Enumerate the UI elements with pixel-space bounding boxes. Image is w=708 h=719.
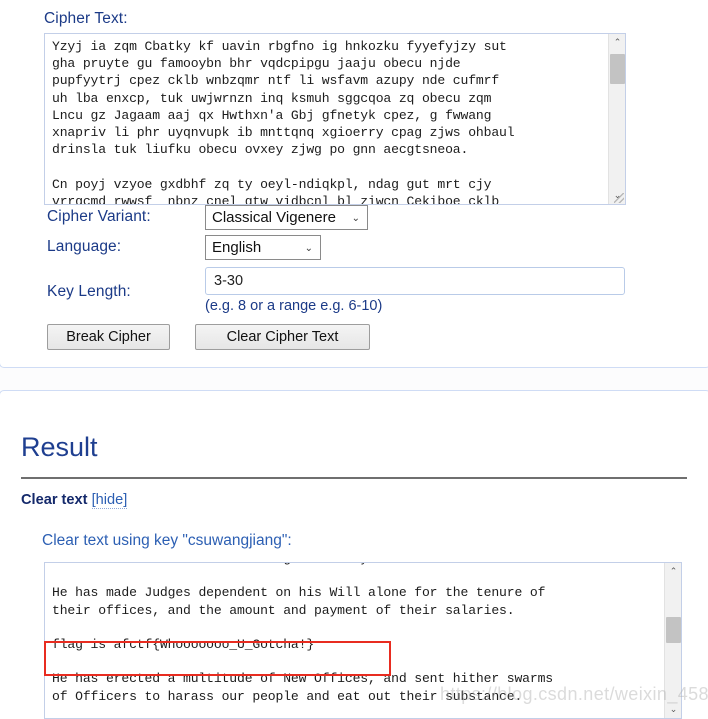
language-select[interactable]: English ⌄ [205,235,321,260]
key-length-hint: (e.g. 8 or a range e.g. 6-10) [205,298,383,314]
break-cipher-button[interactable]: Break Cipher [47,324,170,350]
hide-link[interactable]: [hide] [91,492,128,509]
cipher-text-content: Yzyj ia zqm Cbatky kf uavin rbgfno ig hn… [52,39,515,205]
cipher-text-textarea[interactable]: Yzyj ia zqm Cbatky kf uavin rbgfno ig hn… [44,33,626,205]
cipher-variant-select[interactable]: Classical Vigenere ⌄ [205,205,368,230]
language-label: Language: [47,238,122,255]
result-scrollbar-thumb[interactable] [666,617,681,643]
key-length-input[interactable]: 3-30 [205,267,625,295]
key-length-label: Key Length: [47,283,131,300]
cipher-variant-value: Classical Vigenere [212,209,336,226]
chevron-down-icon: ⌄ [304,243,313,254]
cleartext-label: Clear text [21,492,88,508]
chevron-down-icon: ⌄ [351,213,360,224]
watermark-text: https://blog.csdn.net/weixin_45859850 [440,684,708,704]
scroll-up-icon[interactable]: ⌃ [609,34,625,51]
cipher-text-label: Cipher Text: [44,10,128,27]
cipher-variant-label: Cipher Variant: [47,208,151,225]
cleartext-header: Clear text [hide] [21,492,128,509]
scroll-up-icon[interactable]: ⌃ [665,563,681,580]
page-root: Cipher Text: Yzyj ia zqm Cbatky kf uavin… [0,0,708,719]
result-heading: Result [21,432,98,462]
key-length-value: 3-30 [214,273,244,289]
result-divider [21,477,687,479]
clear-cipher-text-button[interactable]: Clear Cipher Text [195,324,370,350]
cipher-scrollbar[interactable]: ⌃ ⌄ [608,34,625,204]
resize-grip-icon[interactable] [614,193,624,203]
cipher-scrollbar-thumb[interactable] [610,54,625,84]
language-value: English [212,239,262,256]
cleartext-key-line: Clear text using key "csuwangjiang": [42,532,292,549]
